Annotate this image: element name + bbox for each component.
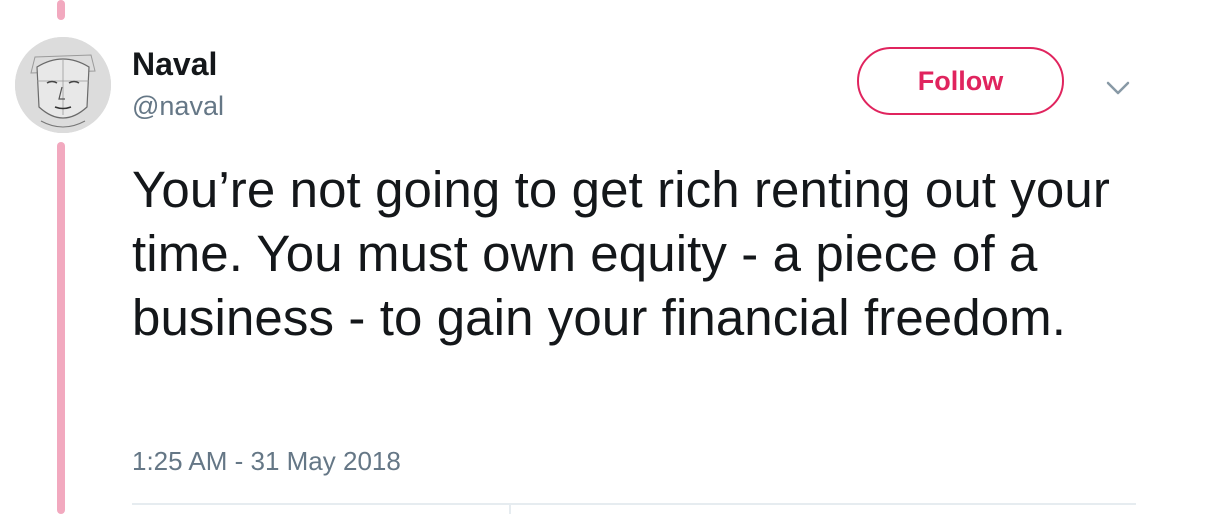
action-bar-separator xyxy=(509,505,511,514)
thread-connector-top xyxy=(57,0,65,20)
tweet-text: You’re not going to get rich renting out… xyxy=(132,161,1110,346)
author-display-name[interactable]: Naval xyxy=(132,44,217,84)
sketch-face-avatar-icon xyxy=(15,37,111,133)
avatar[interactable] xyxy=(15,37,111,133)
chevron-down-icon[interactable] xyxy=(1104,78,1132,98)
divider xyxy=(132,503,1136,505)
tweet-timestamp[interactable]: 1:25 AM - 31 May 2018 xyxy=(132,444,401,478)
follow-button[interactable]: Follow xyxy=(857,47,1064,115)
thread-connector-bottom xyxy=(57,142,65,514)
author-screen-name[interactable]: @naval xyxy=(132,89,224,123)
